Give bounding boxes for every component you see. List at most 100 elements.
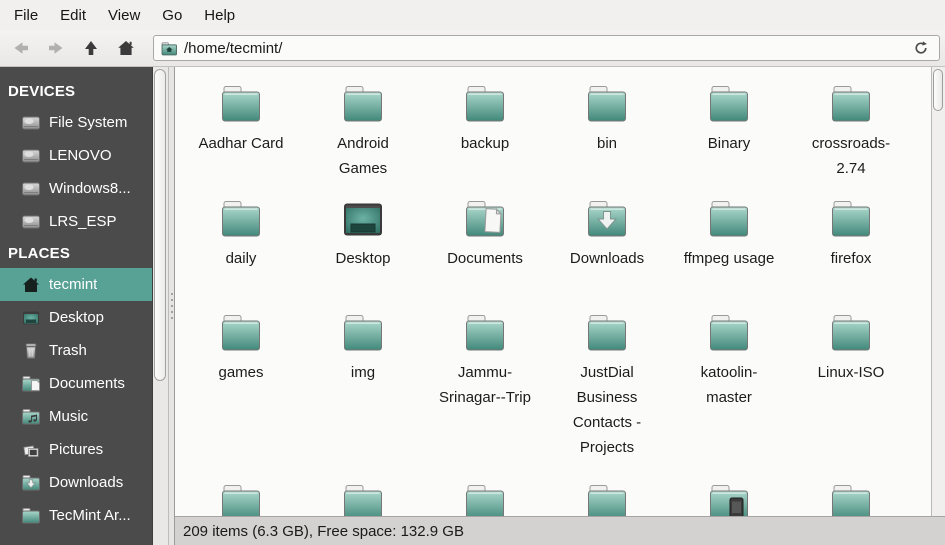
file-item-partial[interactable] bbox=[546, 479, 668, 516]
forward-button[interactable] bbox=[40, 34, 72, 62]
file-item-bin[interactable]: bin bbox=[546, 80, 668, 195]
home-button[interactable] bbox=[110, 34, 142, 62]
drive-icon bbox=[21, 212, 41, 232]
file-item-label: ffmpeg usage bbox=[684, 246, 775, 271]
sidebar-item-trash[interactable]: Trash bbox=[0, 334, 152, 367]
menu-go[interactable]: Go bbox=[151, 2, 193, 29]
folder-icon bbox=[461, 309, 509, 357]
drive-icon bbox=[21, 179, 41, 199]
sidebar-item-label: Windows8... bbox=[49, 180, 131, 197]
drive-icon bbox=[21, 146, 41, 166]
file-item-documents[interactable]: Documents bbox=[424, 195, 546, 309]
menu-help[interactable]: Help bbox=[193, 2, 246, 29]
folder-document-icon bbox=[461, 195, 509, 243]
folder-icon bbox=[217, 309, 265, 357]
file-item-katoolin-master[interactable]: katoolin-master bbox=[668, 309, 790, 479]
sidebar-scrollbar-thumb[interactable] bbox=[154, 69, 166, 381]
sidebar-item-lenovo[interactable]: LENOVO bbox=[0, 139, 152, 172]
sidebar-item-label: Desktop bbox=[49, 309, 104, 326]
sidebar-item-lrs-esp[interactable]: LRS_ESP bbox=[0, 205, 152, 238]
file-item-justdial-business-contacts-projects[interactable]: JustDial Business Contacts - Projects bbox=[546, 309, 668, 479]
file-item-daily[interactable]: daily bbox=[180, 195, 302, 309]
file-item-downloads[interactable]: Downloads bbox=[546, 195, 668, 309]
pane-grip-dots bbox=[171, 305, 173, 307]
desktop-icon bbox=[21, 308, 41, 328]
sidebar-item-desktop[interactable]: Desktop bbox=[0, 301, 152, 334]
sidebar-item-pictures[interactable]: Pictures bbox=[0, 433, 152, 466]
sidebar-item-file-system[interactable]: File System bbox=[0, 106, 152, 139]
file-item-label: bin bbox=[597, 131, 617, 156]
content-area: DEVICES File SystemLENOVOWindows8...LRS_… bbox=[0, 67, 945, 545]
main-scrollbar[interactable] bbox=[931, 67, 945, 516]
file-item-jammu-srinagar-trip[interactable]: Jammu-Srinagar--Trip bbox=[424, 309, 546, 479]
desktop-icon bbox=[339, 195, 387, 243]
sidebar-item-label: File System bbox=[49, 114, 127, 131]
main-scrollbar-thumb[interactable] bbox=[933, 69, 943, 111]
file-item-crossroads-2-74[interactable]: crossroads-2.74 bbox=[790, 80, 912, 195]
sidebar-item-windows8[interactable]: Windows8... bbox=[0, 172, 152, 205]
folder-icon bbox=[583, 309, 631, 357]
file-item-label: firefox bbox=[831, 246, 872, 271]
file-item-label: katoolin-master bbox=[681, 360, 777, 410]
sidebar-item-label: Pictures bbox=[49, 441, 103, 458]
folder-music-icon bbox=[21, 407, 41, 427]
file-item-ffmpeg-usage[interactable]: ffmpeg usage bbox=[668, 195, 790, 309]
menu-edit[interactable]: Edit bbox=[49, 2, 97, 29]
file-item-label: Aadhar Card bbox=[198, 131, 283, 156]
back-icon bbox=[11, 38, 31, 58]
home-icon bbox=[21, 275, 41, 295]
up-button[interactable] bbox=[75, 34, 107, 62]
file-manager-window: FileEditViewGoHelp /home/tecmint/ bbox=[0, 0, 945, 545]
sidebar-item-label: Music bbox=[49, 408, 88, 425]
file-item-partial[interactable] bbox=[180, 479, 302, 516]
folder-icon bbox=[827, 195, 875, 243]
folder-download-icon bbox=[21, 473, 41, 493]
file-item-partial[interactable] bbox=[790, 479, 912, 516]
file-item-label: Binary bbox=[708, 131, 751, 156]
file-item-label: JustDial Business Contacts - Projects bbox=[559, 360, 655, 460]
toolbar: /home/tecmint/ bbox=[0, 30, 945, 67]
file-item-aadhar-card[interactable]: Aadhar Card bbox=[180, 80, 302, 195]
menu-file[interactable]: File bbox=[3, 2, 49, 29]
folder-icon bbox=[339, 479, 387, 516]
folder-icon bbox=[705, 195, 753, 243]
file-item-partial[interactable] bbox=[668, 479, 790, 516]
folder-icon bbox=[583, 80, 631, 128]
folder-grid: Aadhar Card Android Games backup bin Binary c… bbox=[175, 67, 931, 516]
back-button[interactable] bbox=[5, 34, 37, 62]
folder-phone-icon bbox=[705, 479, 753, 516]
folder-icon bbox=[705, 80, 753, 128]
sidebar-item-music[interactable]: Music bbox=[0, 400, 152, 433]
file-item-games[interactable]: games bbox=[180, 309, 302, 479]
folder-icon bbox=[339, 309, 387, 357]
menu-view[interactable]: View bbox=[97, 2, 151, 29]
file-item-partial[interactable] bbox=[424, 479, 546, 516]
sidebar-item-documents[interactable]: Documents bbox=[0, 367, 152, 400]
sidebar-item-tecmint[interactable]: tecmint bbox=[0, 268, 152, 301]
file-item-label: Jammu-Srinagar--Trip bbox=[437, 360, 533, 410]
folder-icon bbox=[827, 479, 875, 516]
file-item-label: backup bbox=[461, 131, 509, 156]
sidebar-item-label: Documents bbox=[49, 375, 125, 392]
file-item-binary[interactable]: Binary bbox=[668, 80, 790, 195]
file-item-partial[interactable] bbox=[302, 479, 424, 516]
file-item-linux-iso[interactable]: Linux-ISO bbox=[790, 309, 912, 479]
folder-icon bbox=[827, 309, 875, 357]
file-item-img[interactable]: img bbox=[302, 309, 424, 479]
file-item-desktop[interactable]: Desktop bbox=[302, 195, 424, 309]
sidebar: DEVICES File SystemLENOVOWindows8...LRS_… bbox=[0, 67, 152, 545]
reload-icon[interactable] bbox=[910, 37, 932, 59]
folder-icon bbox=[217, 80, 265, 128]
icon-view: Aadhar Card Android Games backup bin Binary c… bbox=[175, 67, 945, 516]
file-item-label: crossroads-2.74 bbox=[803, 131, 899, 181]
file-item-label: img bbox=[351, 360, 375, 385]
file-item-firefox[interactable]: firefox bbox=[790, 195, 912, 309]
places-header: PLACES bbox=[0, 238, 152, 268]
sidebar-item-tecmint-ar[interactable]: TecMint Ar... bbox=[0, 499, 152, 532]
sidebar-scrollbar[interactable] bbox=[152, 67, 168, 545]
sidebar-item-downloads[interactable]: Downloads bbox=[0, 466, 152, 499]
status-bar: 209 items (6.3 GB), Free space: 132.9 GB bbox=[175, 516, 945, 545]
file-item-backup[interactable]: backup bbox=[424, 80, 546, 195]
path-bar[interactable]: /home/tecmint/ bbox=[153, 35, 940, 61]
file-item-android-games[interactable]: Android Games bbox=[302, 80, 424, 195]
